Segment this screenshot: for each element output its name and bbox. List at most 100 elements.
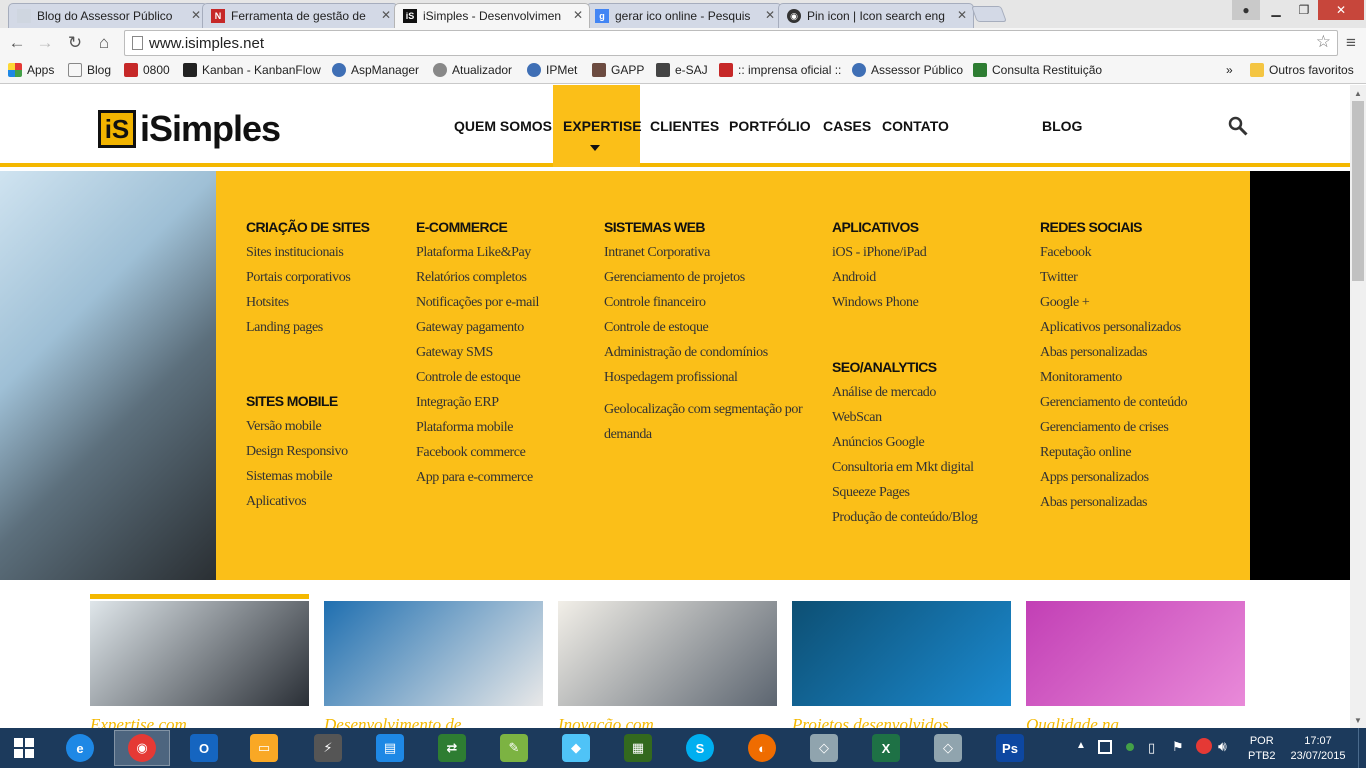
- scroll-down-arrow-icon[interactable]: ▼: [1350, 712, 1366, 728]
- menu-link[interactable]: Aplicativos: [246, 489, 411, 514]
- menu-link[interactable]: Geolocalização com segmentação por: [604, 397, 824, 422]
- menu-link[interactable]: Plataforma Like&Pay: [416, 240, 596, 265]
- close-tab-icon[interactable]: ✕: [573, 8, 583, 22]
- menu-link[interactable]: Android: [832, 265, 1032, 290]
- minimize-button[interactable]: ▁: [1262, 0, 1290, 20]
- nav-contato[interactable]: CONTATO: [882, 118, 949, 134]
- bookmarks-overflow-chevron[interactable]: »: [1226, 63, 1233, 77]
- menu-link[interactable]: Monitoramento: [1040, 365, 1240, 390]
- menu-link[interactable]: Abas personalizadas: [1040, 490, 1240, 515]
- menu-link[interactable]: Consultoria em Mkt digital: [832, 455, 1032, 480]
- menu-link[interactable]: Gerenciamento de projetos: [604, 265, 824, 290]
- menu-link[interactable]: Landing pages: [246, 315, 411, 340]
- menu-link[interactable]: Google +: [1040, 290, 1240, 315]
- taskbar-app13[interactable]: ◇: [796, 730, 852, 766]
- tab-blog-assessor[interactable]: Blog do Assessor Público ✕: [8, 3, 208, 28]
- menu-link[interactable]: Abas personalizadas: [1040, 340, 1240, 365]
- menu-link[interactable]: App para e-commerce: [416, 465, 596, 490]
- taskbar-app10[interactable]: ▦: [610, 730, 666, 766]
- menu-link[interactable]: Intranet Corporativa: [604, 240, 824, 265]
- menu-link[interactable]: Sistemas mobile: [246, 464, 411, 489]
- menu-link[interactable]: Hotsites: [246, 290, 411, 315]
- feature-thumbnail-qualidade[interactable]: Qualidade na: [1026, 601, 1245, 728]
- bookmark-restituicao[interactable]: Consulta Restituição: [973, 63, 1102, 77]
- close-tab-icon[interactable]: ✕: [381, 8, 391, 22]
- menu-link[interactable]: Gateway SMS: [416, 340, 596, 365]
- scrollbar-thumb[interactable]: [1352, 101, 1364, 281]
- nav-blog[interactable]: BLOG: [1042, 118, 1082, 134]
- reload-icon[interactable]: ↻: [64, 32, 86, 54]
- menu-link[interactable]: Reputação online: [1040, 440, 1240, 465]
- taskbar-app7[interactable]: ⇄: [424, 730, 480, 766]
- nav-cases[interactable]: CASES: [823, 118, 871, 134]
- taskbar-winamp[interactable]: ⚡: [300, 730, 356, 766]
- scroll-up-arrow-icon[interactable]: ▲: [1350, 85, 1366, 101]
- menu-link[interactable]: Controle de estoque: [604, 315, 824, 340]
- taskbar-outlook[interactable]: O: [176, 730, 232, 766]
- taskbar-app15[interactable]: ◇: [920, 730, 976, 766]
- bookmark-0800[interactable]: 0800: [124, 63, 170, 77]
- bookmark-kanban[interactable]: Kanban - KanbanFlow: [183, 63, 321, 77]
- menu-link[interactable]: Squeeze Pages: [832, 480, 1032, 505]
- taskbar-app9[interactable]: ◆: [548, 730, 604, 766]
- taskbar-skype[interactable]: S: [672, 730, 728, 766]
- site-logo[interactable]: iS iSimples: [98, 108, 281, 150]
- tab-google-search[interactable]: g gerar ico online - Pesquis ✕: [586, 3, 782, 28]
- tray-overflow-chevron-icon[interactable]: ▲: [1076, 740, 1086, 751]
- bookmark-gapp[interactable]: GAPP: [592, 63, 644, 77]
- tab-ferramenta[interactable]: N Ferramenta de gestão de ✕: [202, 3, 398, 28]
- vertical-scrollbar[interactable]: ▲ ▼: [1350, 85, 1366, 728]
- taskbar-excel[interactable]: X: [858, 730, 914, 766]
- menu-link[interactable]: Gerenciamento de crises: [1040, 415, 1240, 440]
- taskbar-app8[interactable]: ✎: [486, 730, 542, 766]
- feature-thumbnail-desenvolvimento[interactable]: Desenvolvimento de: [324, 601, 543, 728]
- menu-link[interactable]: Notificações por e-mail: [416, 290, 596, 315]
- menu-link[interactable]: Hospedagem profissional: [604, 365, 824, 390]
- status-dot-icon[interactable]: [1126, 743, 1134, 751]
- taskbar-ie[interactable]: e: [52, 730, 108, 766]
- menu-link[interactable]: Sites institucionais: [246, 240, 411, 265]
- bookmark-esaj[interactable]: e-SAJ: [656, 63, 708, 77]
- tab-isimples[interactable]: iS iSimples - Desenvolvimen ✕: [394, 3, 590, 28]
- taskbar-app6[interactable]: ▤: [362, 730, 418, 766]
- device-icon[interactable]: ▯: [1148, 740, 1155, 756]
- menu-link[interactable]: Relatórios completos: [416, 265, 596, 290]
- menu-link[interactable]: WebScan: [832, 405, 1032, 430]
- close-tab-icon[interactable]: ✕: [191, 8, 201, 22]
- taskbar-app12[interactable]: ◐: [734, 730, 790, 766]
- tab-pin-icon[interactable]: ◉ Pin icon | Icon search eng ✕: [778, 3, 974, 28]
- new-tab-button[interactable]: [971, 6, 1007, 22]
- bookmark-atualizador[interactable]: Atualizador: [433, 63, 512, 77]
- close-tab-icon[interactable]: ✕: [765, 8, 775, 22]
- bookmark-aspmanager[interactable]: AspManager: [332, 63, 419, 77]
- input-language[interactable]: POR PTB2: [1248, 734, 1276, 764]
- bookmark-assessor[interactable]: Assessor Público: [852, 63, 963, 77]
- taskbar-explorer[interactable]: ▭: [236, 730, 292, 766]
- menu-link[interactable]: demanda: [604, 422, 824, 447]
- menu-link[interactable]: Apps personalizados: [1040, 465, 1240, 490]
- show-desktop-button[interactable]: [1358, 728, 1366, 768]
- close-tab-icon[interactable]: ✕: [957, 8, 967, 22]
- bookmark-blog[interactable]: Blog: [68, 63, 111, 77]
- address-bar[interactable]: www.isimples.net ☆: [124, 30, 1338, 56]
- nav-quem-somos[interactable]: QUEM SOMOS: [454, 118, 552, 134]
- menu-link[interactable]: Facebook: [1040, 240, 1240, 265]
- start-button[interactable]: [0, 730, 48, 766]
- menu-icon[interactable]: ≡: [1340, 32, 1362, 54]
- menu-link[interactable]: Twitter: [1040, 265, 1240, 290]
- restore-button[interactable]: ❐: [1290, 0, 1318, 20]
- bookmark-apps[interactable]: Apps: [8, 63, 54, 77]
- star-icon[interactable]: ☆: [1316, 32, 1331, 52]
- menu-link[interactable]: Windows Phone: [832, 290, 1032, 315]
- menu-link[interactable]: Gerenciamento de conteúdo: [1040, 390, 1240, 415]
- other-bookmarks[interactable]: Outros favoritos: [1250, 63, 1354, 77]
- back-arrow-icon[interactable]: ←: [6, 32, 28, 54]
- nav-portfolio[interactable]: PORTFÓLIO: [729, 118, 811, 134]
- taskbar-chrome[interactable]: ◉: [114, 730, 170, 766]
- search-icon[interactable]: [1228, 116, 1248, 136]
- nav-clientes[interactable]: CLIENTES: [650, 118, 719, 134]
- feature-thumbnail-inovacao[interactable]: Inovação com: [558, 601, 777, 728]
- taskbar-photoshop[interactable]: Ps: [982, 730, 1038, 766]
- forward-arrow-icon[interactable]: →: [34, 32, 56, 54]
- home-icon[interactable]: ⌂: [93, 32, 115, 54]
